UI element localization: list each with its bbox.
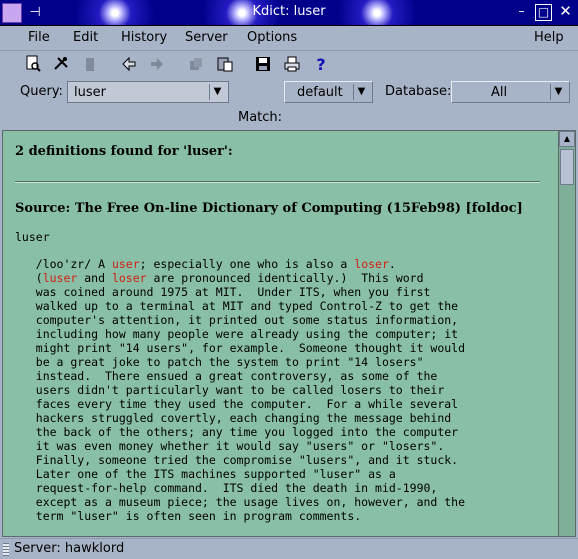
copy-icon[interactable] [186,55,206,75]
toolbar: ? [0,52,578,78]
maximize-button[interactable]: □ [535,4,552,21]
definition-line: including how many people were already u… [15,327,546,341]
save-icon[interactable] [253,55,273,75]
definition-text: was coined around 1975 at MIT. Under ITS… [15,285,431,299]
definition-line: /loo'zr/ A user; especially one who is a… [15,257,546,271]
headword: luser [15,230,50,244]
definition-view[interactable]: 2 definitions found for 'luser': Source:… [2,130,576,537]
definition-text: the back of the others; any time you log… [15,425,459,439]
definition-line: might print "14 users", for example. Som… [15,341,546,355]
definition-text: Finally, someone tried the compromise "l… [15,453,459,467]
query-input[interactable]: luser ▼ [67,81,229,103]
definition-text: ( [15,271,43,285]
definition-line: faces every time they used the computer.… [15,397,546,411]
menu-server[interactable]: Server [185,30,228,45]
definition-text: hackers struggled covertly, each changin… [15,411,452,425]
definition-text: be a great joke to patch the system to p… [15,355,424,369]
definition-line: the back of the others; any time you log… [15,425,546,439]
status-bar: Server: hawklord [0,538,578,559]
definition-line: users didn't particularly want to be cal… [15,383,546,397]
divider [15,181,540,183]
cross-reference-link[interactable]: loser [112,271,147,285]
forward-arrow-icon[interactable] [147,55,167,75]
grip-icon [3,543,9,556]
definition-text: are pronounced identically.) This word [146,271,424,285]
definition-text: except as a museum piece; the usage live… [15,495,466,509]
cross-reference-link[interactable]: luser [43,271,78,285]
trash-icon[interactable] [80,55,100,75]
scroll-up-icon[interactable]: ▲ [559,131,575,147]
definition-text: Later one of the ITS machines supported … [15,467,396,481]
definition-text: might print "14 users", for example. Som… [15,341,466,355]
definition-line: computer's attention, it printed out som… [15,313,546,327]
menu-options[interactable]: Options [247,30,297,45]
definition-line: request-for-help command. ITS died the d… [15,481,546,495]
definition-line: instead. There ensued a great controvers… [15,369,546,383]
definition-text: . [388,257,396,271]
stop-icon[interactable] [51,55,71,75]
definition-line: term "luser" is often seen in program co… [15,509,546,523]
strategy-value: default [297,85,343,100]
menu-file[interactable]: File [28,30,50,45]
definition-content: 2 definitions found for 'luser': Source:… [3,131,558,536]
match-label: Match: [238,110,283,125]
back-arrow-icon[interactable] [119,55,139,75]
query-value: luser [74,85,106,100]
definition-line: was coined around 1975 at MIT. Under ITS… [15,285,546,299]
definition-text: term "luser" is often seen in program co… [15,509,362,523]
vertical-scrollbar[interactable]: ▲ [558,131,575,536]
scrollbar-thumb[interactable] [560,149,574,185]
definition-line: Finally, someone tried the compromise "l… [15,453,546,467]
definition-line: be a great joke to patch the system to p… [15,355,546,369]
chevron-down-icon[interactable]: ▼ [550,84,566,100]
definition-text: faces every time they used the computer.… [15,397,459,411]
cross-reference-link[interactable]: loser [354,257,389,271]
cross-reference-link[interactable]: user [112,257,140,271]
definition-body: /loo'zr/ A user; especially one who is a… [15,257,546,523]
minimize-button[interactable]: – [513,4,530,21]
window-title: Kdict: luser [252,4,326,19]
definition-text: users didn't particularly want to be cal… [15,383,445,397]
menu-help[interactable]: Help [534,30,564,45]
strategy-select[interactable]: default ▼ [284,81,373,103]
close-button[interactable]: ✕ [557,4,574,21]
database-select[interactable]: All ▼ [451,81,570,103]
source-heading: Source: The Free On-line Dictionary of C… [15,201,523,216]
query-label: Query: [20,84,63,99]
menu-edit[interactable]: Edit [73,30,98,45]
title-bar[interactable]: ⊣ Kdict: luser – □ ✕ [0,0,578,26]
definition-line: (luser and loser are pronounced identica… [15,271,546,285]
definition-text: walked up to a terminal at MIT and typed… [15,299,459,313]
paste-icon[interactable] [215,55,235,75]
database-value: All [491,85,508,100]
definition-text: instead. There ensued a great controvers… [15,369,438,383]
database-label: Database: [385,84,452,99]
definitions-found-heading: 2 definitions found for 'luser': [15,144,233,159]
definition-line: walked up to a terminal at MIT and typed… [15,299,546,313]
definition-text: ; especially one who is also a [139,257,355,271]
match-row: Match: [0,106,578,130]
query-row: Query: luser ▼ default ▼ Database: All ▼ [0,79,578,105]
print-icon[interactable] [282,55,302,75]
definition-text: including how many people were already u… [15,327,459,341]
definition-line: it was even money whether it would say "… [15,439,546,453]
definition-line: Later one of the ITS machines supported … [15,467,546,481]
menu-history[interactable]: History [121,30,167,45]
definition-text: /loo'zr/ A [15,257,112,271]
chevron-down-icon[interactable]: ▼ [209,84,225,100]
help-icon[interactable]: ? [311,55,331,75]
menu-bar: File Edit History Server Options Help [0,26,578,51]
status-text: Server: hawklord [14,541,125,556]
definition-text: computer's attention, it printed out som… [15,313,459,327]
definition-text: and [77,271,112,285]
definition-line: except as a museum piece; the usage live… [15,495,546,509]
definition-line: hackers struggled covertly, each changin… [15,411,546,425]
definition-text: request-for-help command. ITS died the d… [15,481,438,495]
define-icon[interactable] [23,55,43,75]
chevron-down-icon[interactable]: ▼ [353,84,369,100]
definition-text: it was even money whether it would say "… [15,439,445,453]
